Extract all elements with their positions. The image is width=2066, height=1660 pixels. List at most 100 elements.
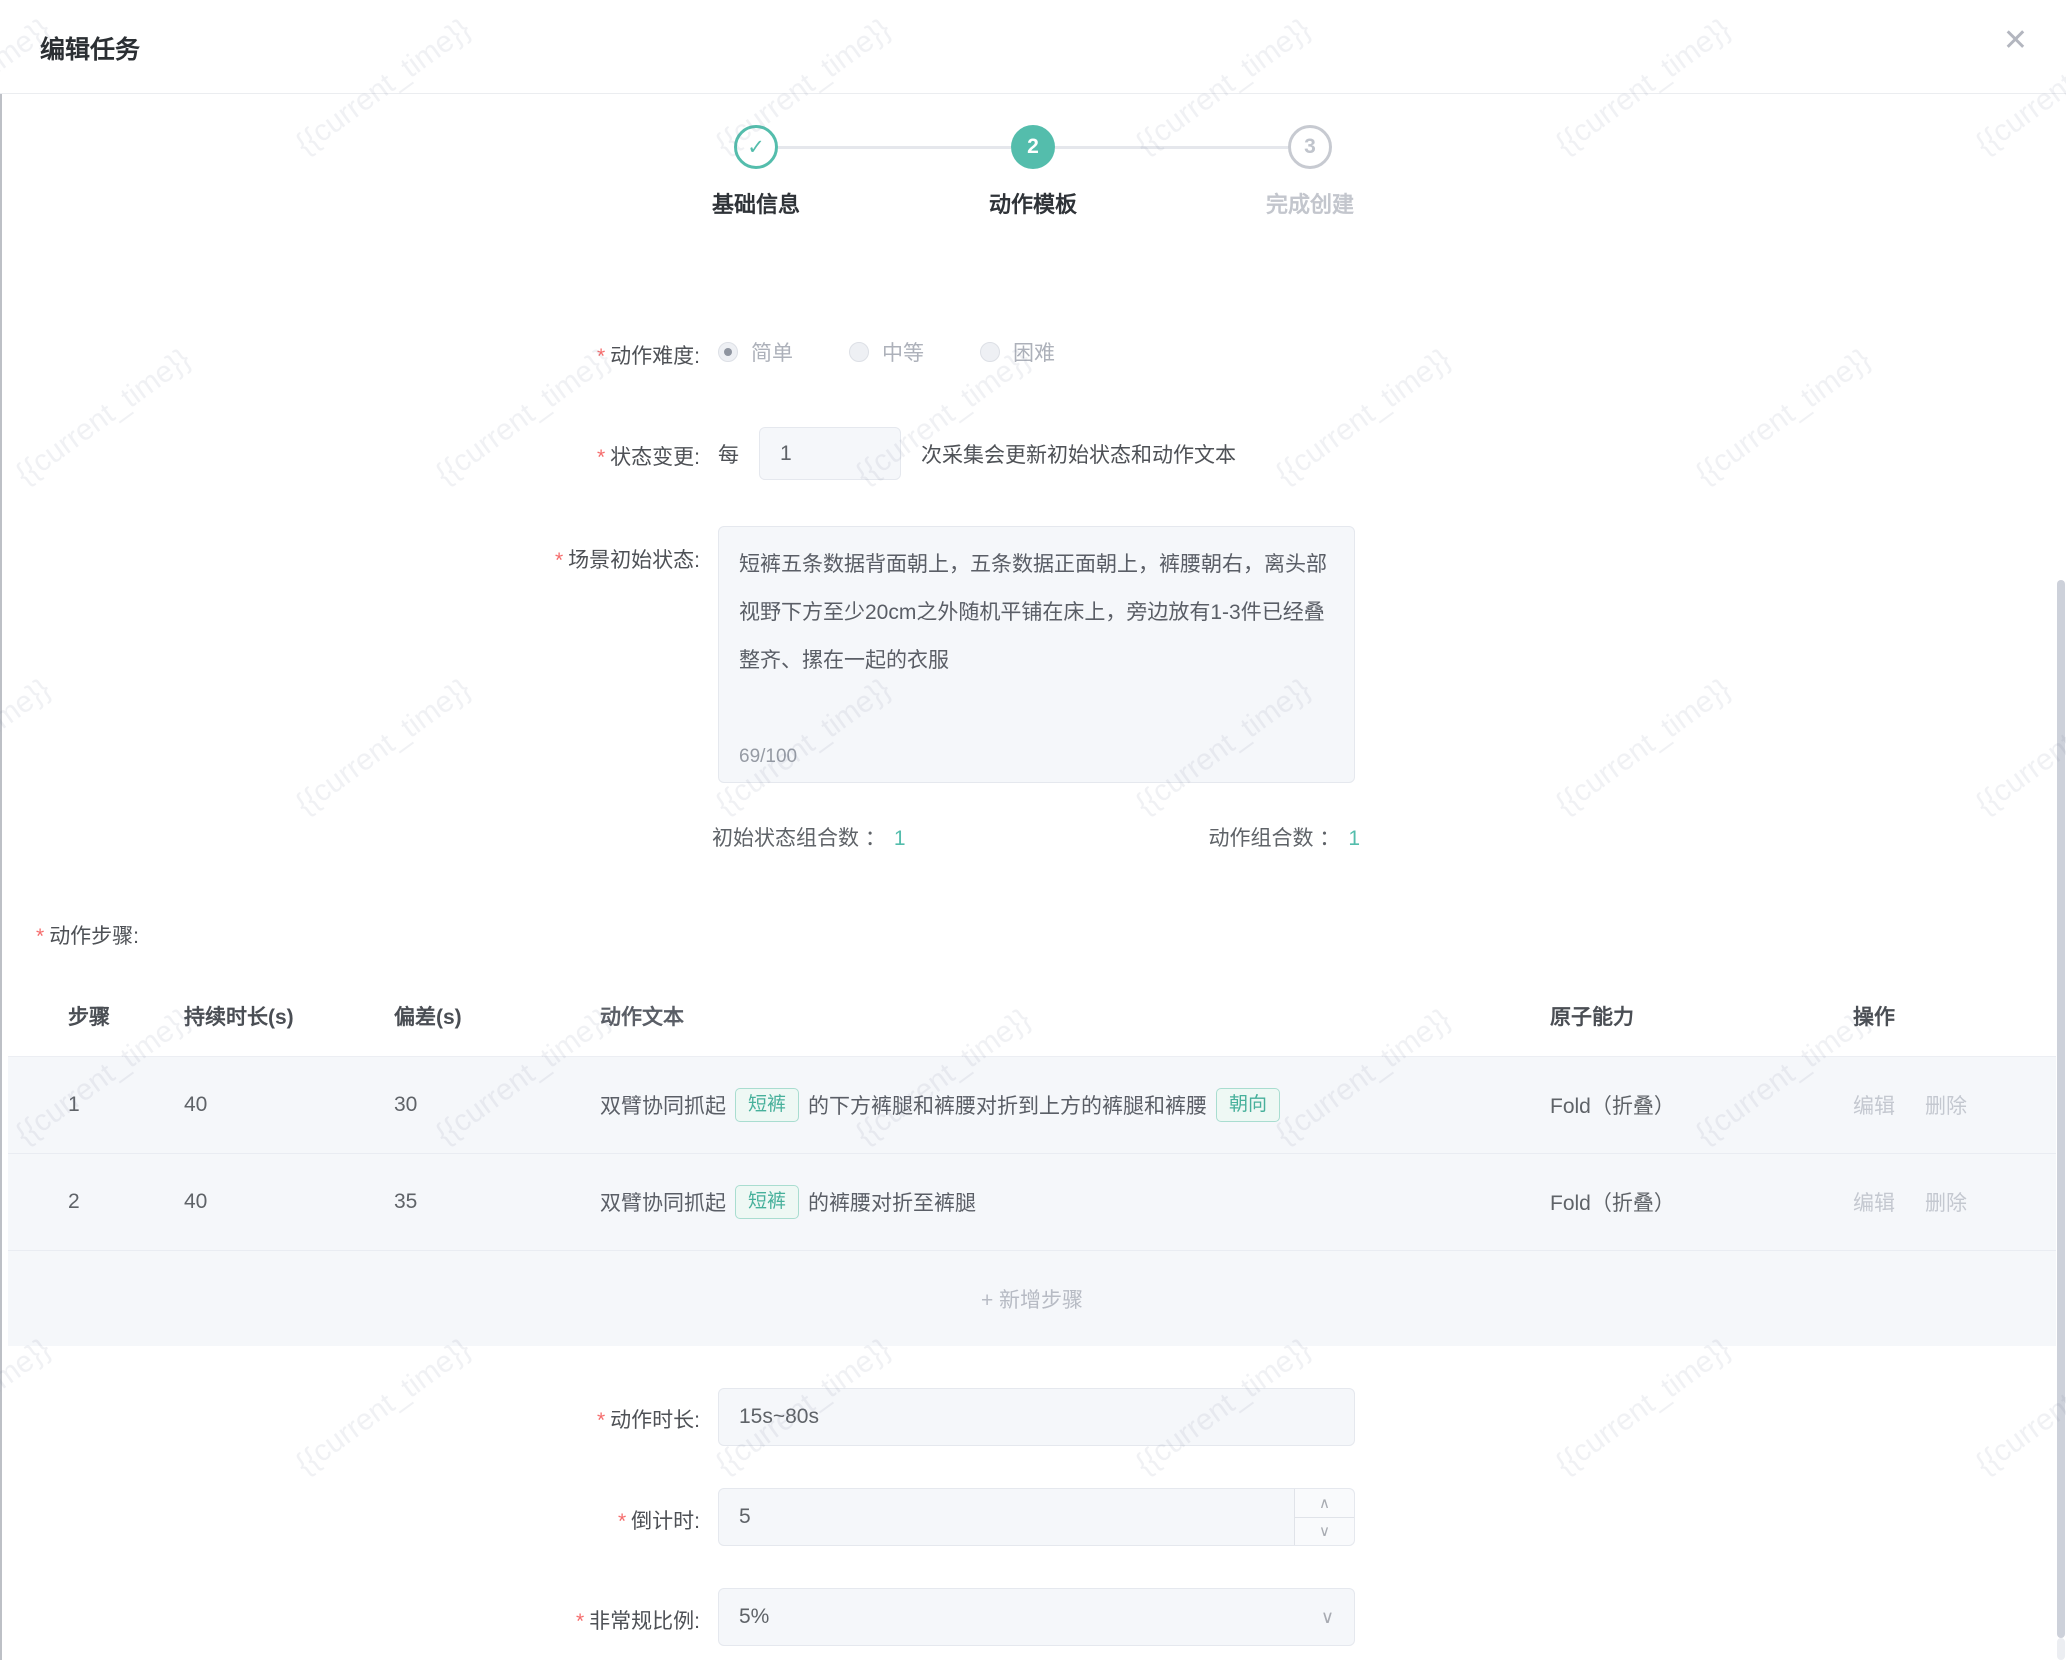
duration-label: *动作时长: bbox=[0, 1404, 700, 1434]
duration-input[interactable]: 15s~80s bbox=[718, 1388, 1355, 1446]
table-row: 24035双臂协同抓起短裤的裤腰对折至裤腿Fold（折叠）编辑删除 bbox=[8, 1154, 2056, 1251]
delete-link[interactable]: 删除 bbox=[1925, 1090, 1967, 1120]
action-text-fragment: 的下方裤腿和裤腰对折到上方的裤腿和裤腰 bbox=[808, 1090, 1207, 1120]
cell-duration: 40 bbox=[184, 1093, 394, 1117]
cell-action-text: 双臂协同抓起短裤的下方裤腿和裤腰对折到上方的裤腿和裤腰朝向 bbox=[600, 1088, 1550, 1122]
required-marker: * bbox=[597, 345, 605, 368]
add-step-button[interactable]: + 新增步骤 bbox=[8, 1251, 2056, 1346]
col-header-6: 操作 bbox=[1853, 1001, 2056, 1031]
state-change-value: 1 bbox=[780, 442, 792, 466]
radio-label: 中等 bbox=[882, 337, 924, 367]
action-tag: 短裤 bbox=[735, 1185, 799, 1219]
step-2-circle: 2 bbox=[1011, 125, 1055, 169]
step-3-label: 完成创建 bbox=[1266, 187, 1354, 219]
action-text-fragment: 双臂协同抓起 bbox=[600, 1187, 726, 1217]
edit-link[interactable]: 编辑 bbox=[1853, 1090, 1895, 1120]
cell-operations: 编辑删除 bbox=[1853, 1187, 2056, 1217]
stepper: ✓基础信息 2动作模板 3完成创建 bbox=[734, 125, 1332, 169]
dialog-title: 编辑任务 bbox=[40, 30, 140, 66]
required-marker: * bbox=[555, 549, 563, 572]
required-marker: * bbox=[597, 1409, 605, 1432]
char-counter: 69/100 bbox=[739, 746, 797, 768]
initial-state-label: *场景初始状态: bbox=[0, 544, 700, 574]
action-steps-table: 步骤持续时长(s)偏差(s)动作文本原子能力操作 14030双臂协同抓起短裤的下… bbox=[8, 975, 2056, 1346]
close-icon[interactable]: ✕ bbox=[2003, 26, 2028, 56]
stepper-down-icon[interactable]: ∨ bbox=[1295, 1518, 1354, 1546]
cell-operations: 编辑删除 bbox=[1853, 1090, 2056, 1120]
table-row: 14030双臂协同抓起短裤的下方裤腿和裤腰对折到上方的裤腿和裤腰朝向Fold（折… bbox=[8, 1057, 2056, 1154]
required-marker: * bbox=[36, 925, 44, 948]
initial-state-textarea[interactable]: 短裤五条数据背面朝上，五条数据正面朝上，裤腰朝右，离头部视野下方至少20cm之外… bbox=[718, 526, 1355, 783]
countdown-value: 5 bbox=[739, 1505, 751, 1529]
state-change-input[interactable]: 1 bbox=[759, 427, 901, 480]
difficulty-option-1[interactable]: 简单 bbox=[718, 337, 793, 367]
cell-duration: 40 bbox=[184, 1190, 394, 1214]
watermark-text: {{current_time}} bbox=[1970, 672, 2066, 821]
cell-action-text: 双臂协同抓起短裤的裤腰对折至裤腿 bbox=[600, 1185, 1550, 1219]
stepper-up-icon[interactable]: ∧ bbox=[1295, 1489, 1354, 1518]
action-steps-label: *动作步骤: bbox=[36, 920, 139, 950]
difficulty-label: *动作难度: bbox=[0, 340, 700, 370]
action-text-fragment: 双臂协同抓起 bbox=[600, 1090, 726, 1120]
delete-link[interactable]: 删除 bbox=[1925, 1187, 1967, 1217]
initial-state-text: 短裤五条数据背面朝上，五条数据正面朝上，裤腰朝右，离头部视野下方至少20cm之外… bbox=[739, 541, 1334, 685]
radio-label: 简单 bbox=[751, 337, 793, 367]
scrollbar-track bbox=[2057, 1638, 2065, 1660]
action-combo-value: 1 bbox=[1348, 827, 1360, 850]
step-2: 2动作模板 bbox=[1011, 125, 1055, 169]
state-change-prefix: 每 bbox=[718, 439, 739, 469]
duration-value: 15s~80s bbox=[739, 1405, 819, 1429]
state-change-suffix: 次采集会更新初始状态和动作文本 bbox=[921, 439, 1236, 469]
step-1: ✓基础信息 bbox=[734, 125, 778, 169]
difficulty-option-2[interactable]: 中等 bbox=[849, 337, 924, 367]
unusual-ratio-label: *非常规比例: bbox=[0, 1605, 700, 1635]
radio-label: 困难 bbox=[1013, 337, 1055, 367]
edit-task-dialog: 编辑任务 ✕ ✓基础信息2动作模板3完成创建 *动作难度: 简单中等困难 *状态… bbox=[0, 0, 2066, 1660]
state-change-label: *状态变更: bbox=[0, 441, 700, 471]
col-header-1: 步骤 bbox=[68, 1001, 184, 1031]
dialog-header: 编辑任务 ✕ bbox=[0, 0, 2066, 94]
cell-step: 1 bbox=[68, 1093, 184, 1117]
required-marker: * bbox=[576, 1610, 584, 1633]
cell-step: 2 bbox=[68, 1190, 184, 1214]
unusual-ratio-value: 5% bbox=[739, 1605, 769, 1629]
step-connector bbox=[778, 146, 1011, 149]
watermark-text: {{current_time}} bbox=[0, 672, 57, 821]
watermark-text: {{current_time}} bbox=[290, 672, 477, 821]
chevron-down-icon: ∨ bbox=[1321, 1607, 1334, 1628]
step-1-circle: ✓ bbox=[734, 125, 778, 169]
difficulty-radio-group: 简单 中等 困难 bbox=[718, 330, 1111, 374]
action-tag: 朝向 bbox=[1216, 1088, 1280, 1122]
required-marker: * bbox=[618, 1510, 626, 1533]
scrollbar-thumb[interactable] bbox=[2057, 580, 2065, 1638]
radio-icon bbox=[980, 342, 1000, 362]
edit-link[interactable]: 编辑 bbox=[1853, 1187, 1895, 1217]
step-3: 3完成创建 bbox=[1288, 125, 1332, 169]
table-header-row: 步骤持续时长(s)偏差(s)动作文本原子能力操作 bbox=[8, 975, 2056, 1057]
col-header-5: 原子能力 bbox=[1550, 1001, 1853, 1031]
difficulty-option-3[interactable]: 困难 bbox=[980, 337, 1055, 367]
col-header-2: 持续时长(s) bbox=[184, 1001, 394, 1031]
radio-dot bbox=[724, 348, 732, 356]
watermark-text: {{current_time}} bbox=[1550, 1332, 1737, 1481]
action-tag: 短裤 bbox=[735, 1088, 799, 1122]
initial-combo-count: 初始状态组合数 ：1 bbox=[712, 822, 906, 852]
countdown-input[interactable]: 5 ∧ ∨ bbox=[718, 1488, 1355, 1546]
combo-counts: 初始状态组合数 ：1 动作组合数 ：1 bbox=[712, 822, 1360, 852]
unusual-ratio-select[interactable]: 5% ∨ bbox=[718, 1588, 1355, 1646]
step-connector bbox=[1055, 146, 1288, 149]
watermark-text: {{current_time}} bbox=[1690, 342, 1877, 491]
col-header-4: 动作文本 bbox=[600, 1001, 1550, 1031]
table-body: 14030双臂协同抓起短裤的下方裤腿和裤腰对折到上方的裤腿和裤腰朝向Fold（折… bbox=[8, 1057, 2056, 1251]
step-2-label: 动作模板 bbox=[989, 187, 1077, 219]
cell-ability: Fold（折叠） bbox=[1550, 1187, 1853, 1217]
countdown-label: *倒计时: bbox=[0, 1505, 700, 1535]
cell-deviation: 30 bbox=[394, 1093, 600, 1117]
state-change-row: 每 1 次采集会更新初始状态和动作文本 bbox=[718, 427, 1236, 480]
col-header-3: 偏差(s) bbox=[394, 1001, 600, 1031]
watermark-text: {{current_time}} bbox=[1270, 342, 1457, 491]
required-marker: * bbox=[597, 446, 605, 469]
cell-deviation: 35 bbox=[394, 1190, 600, 1214]
action-combo-count: 动作组合数 ：1 bbox=[1208, 822, 1360, 852]
radio-icon bbox=[849, 342, 869, 362]
